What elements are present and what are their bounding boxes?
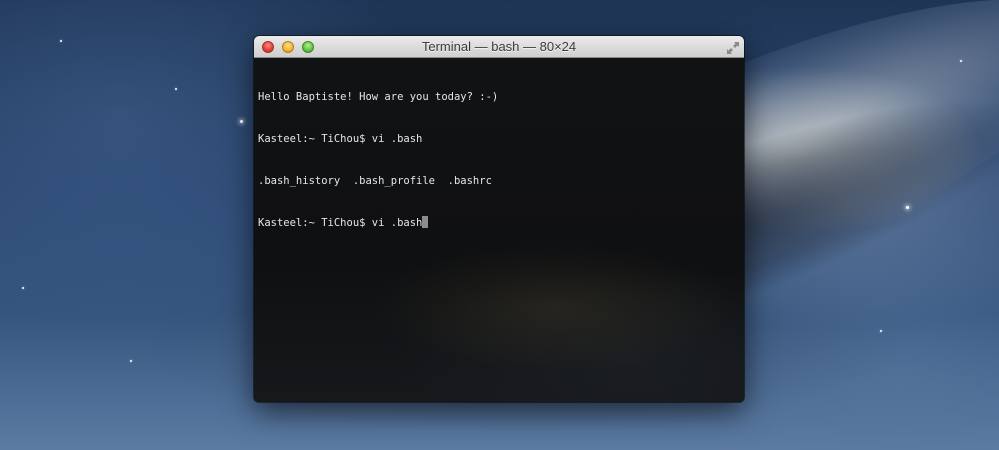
star — [60, 40, 62, 42]
completion-list: .bash_history .bash_profile .bashrc — [258, 175, 492, 187]
title-bar[interactable]: Terminal — bash — 80×24 — [254, 36, 744, 58]
star — [906, 206, 909, 209]
current-prompt-line[interactable]: Kasteel:~ TiChou$ vi .bash — [258, 216, 740, 230]
star — [175, 88, 177, 90]
star — [960, 60, 962, 62]
star — [22, 287, 24, 289]
terminal-content[interactable]: Hello Baptiste! How are you today? :-) K… — [254, 58, 744, 402]
window-title: Terminal — bash — 80×24 — [421, 39, 577, 54]
terminal-output: Hello Baptiste! How are you today? :-) K… — [258, 62, 740, 258]
current-command: Kasteel:~ TiChou$ vi .bash — [258, 217, 423, 229]
star — [130, 360, 132, 362]
text-cursor — [422, 216, 429, 228]
star — [880, 330, 882, 332]
terminal-window[interactable]: Terminal — bash — 80×24 Hello Baptiste! … — [254, 36, 744, 402]
output-line: Hello Baptiste! How are you today? :-) — [258, 91, 499, 103]
fullscreen-icon[interactable] — [726, 40, 740, 54]
star — [240, 120, 243, 123]
command-line: Kasteel:~ TiChou$ vi .bash — [258, 133, 423, 145]
